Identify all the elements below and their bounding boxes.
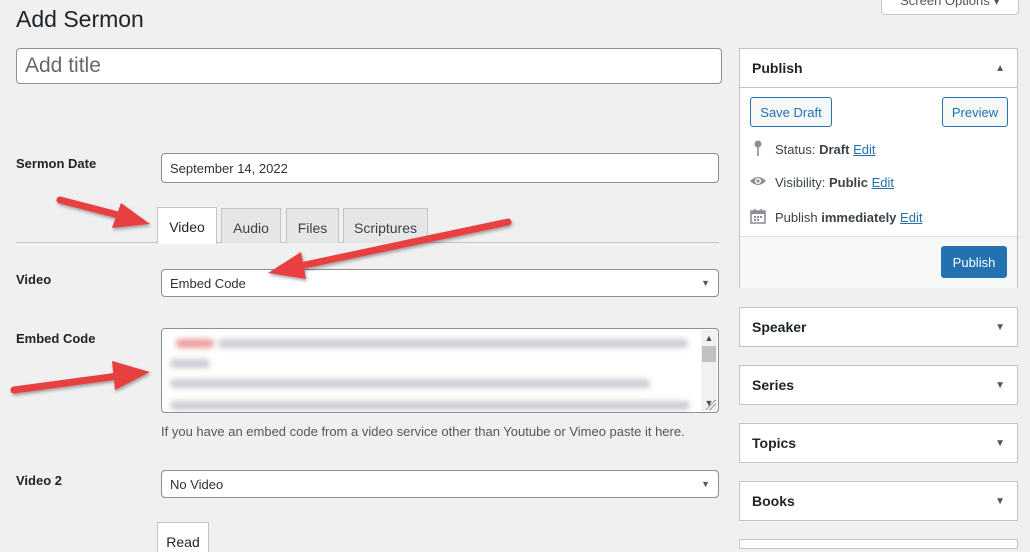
publish-box-title: Publish bbox=[752, 60, 803, 76]
video-label: Video bbox=[16, 272, 52, 287]
screen-options-button[interactable]: Screen Options ▾ bbox=[881, 0, 1019, 15]
video2-label: Video 2 bbox=[16, 473, 63, 488]
arrow-to-video-tab-icon bbox=[56, 196, 150, 228]
blurred-text bbox=[170, 401, 690, 410]
chevron-down-icon: ▼ bbox=[701, 278, 710, 288]
blurred-text bbox=[176, 339, 214, 348]
triangle-down-icon[interactable]: ▼ bbox=[995, 438, 1005, 449]
blurred-text bbox=[218, 339, 688, 348]
publish-time-row: Publish immediately Edit bbox=[748, 208, 922, 227]
tab-read[interactable]: Read bbox=[157, 522, 209, 552]
tab-audio[interactable]: Audio bbox=[221, 208, 281, 243]
sermon-date-value: September 14, 2022 bbox=[170, 160, 288, 176]
publish-actions: Publish bbox=[740, 236, 1017, 288]
arrow-to-embed-textarea-icon bbox=[10, 361, 150, 394]
series-box-title: Series bbox=[752, 377, 795, 393]
publish-button[interactable]: Publish bbox=[941, 246, 1007, 278]
embed-code-textarea[interactable]: ▲ ▼ bbox=[161, 328, 719, 413]
calendar-icon bbox=[748, 208, 768, 227]
series-box[interactable]: Series ▼ bbox=[739, 365, 1018, 405]
save-draft-button[interactable]: Save Draft bbox=[750, 97, 832, 127]
edit-status-link[interactable]: Edit bbox=[853, 142, 875, 157]
publish-time-value: immediately bbox=[821, 210, 897, 225]
sermon-date-input[interactable]: September 14, 2022 bbox=[161, 153, 719, 183]
scroll-up-icon[interactable]: ▲ bbox=[701, 330, 717, 346]
video2-selected: No Video bbox=[170, 476, 224, 492]
tab-video[interactable]: Video bbox=[157, 207, 217, 244]
topics-box[interactable]: Topics ▼ bbox=[739, 423, 1018, 463]
status-label: Status: bbox=[775, 142, 816, 157]
sermon-date-label: Sermon Date bbox=[16, 156, 97, 171]
topics-box-title: Topics bbox=[752, 435, 797, 451]
triangle-down-icon[interactable]: ▼ bbox=[995, 380, 1005, 391]
video2-select[interactable]: No Video ▼ bbox=[161, 470, 719, 498]
publish-box-header[interactable]: Publish ▲ bbox=[740, 49, 1017, 88]
blurred-text bbox=[170, 359, 210, 368]
page-title: Add Sermon bbox=[16, 6, 144, 32]
visibility-value: Public bbox=[828, 174, 868, 190]
embed-code-help-text: If you have an embed code from a video s… bbox=[161, 424, 685, 439]
textarea-scrollbar[interactable]: ▲ ▼ bbox=[701, 330, 717, 411]
blurred-text bbox=[170, 379, 650, 388]
speaker-box-title: Speaker bbox=[752, 319, 807, 335]
visibility-label: Visibility: bbox=[775, 174, 826, 190]
speaker-box[interactable]: Speaker ▼ bbox=[739, 307, 1018, 347]
status-row: Status: Draft Edit bbox=[748, 140, 875, 159]
chevron-down-icon: ▼ bbox=[701, 479, 710, 489]
status-value: Draft bbox=[819, 142, 850, 157]
resize-handle-icon[interactable] bbox=[706, 400, 716, 410]
books-box[interactable]: Books ▼ bbox=[739, 481, 1018, 521]
triangle-down-icon[interactable]: ▼ bbox=[995, 322, 1005, 333]
triangle-down-icon[interactable]: ▼ bbox=[995, 496, 1005, 507]
books-box-title: Books bbox=[752, 493, 795, 509]
triangle-up-icon[interactable]: ▲ bbox=[995, 63, 1005, 74]
embed-code-label: Embed Code bbox=[16, 331, 96, 346]
eye-icon bbox=[748, 174, 768, 190]
tab-files[interactable]: Files bbox=[286, 208, 339, 243]
preview-button[interactable]: Preview bbox=[942, 97, 1008, 127]
video-type-selected: Embed Code bbox=[170, 275, 246, 291]
publish-box: Publish ▲ Save Draft Preview Status: Dra… bbox=[739, 48, 1018, 288]
video-type-select[interactable]: Embed Code ▼ bbox=[161, 269, 719, 297]
publish-time-label: Publish bbox=[775, 210, 818, 225]
next-box bbox=[739, 539, 1018, 549]
edit-visibility-link[interactable]: Edit bbox=[872, 175, 894, 190]
scroll-thumb[interactable] bbox=[702, 346, 716, 362]
visibility-row: Visibility: Public Edit bbox=[748, 174, 894, 190]
pin-icon bbox=[748, 140, 768, 159]
tab-scriptures[interactable]: Scriptures bbox=[343, 208, 428, 243]
post-title-input[interactable] bbox=[16, 48, 722, 84]
edit-publish-time-link[interactable]: Edit bbox=[900, 210, 922, 225]
